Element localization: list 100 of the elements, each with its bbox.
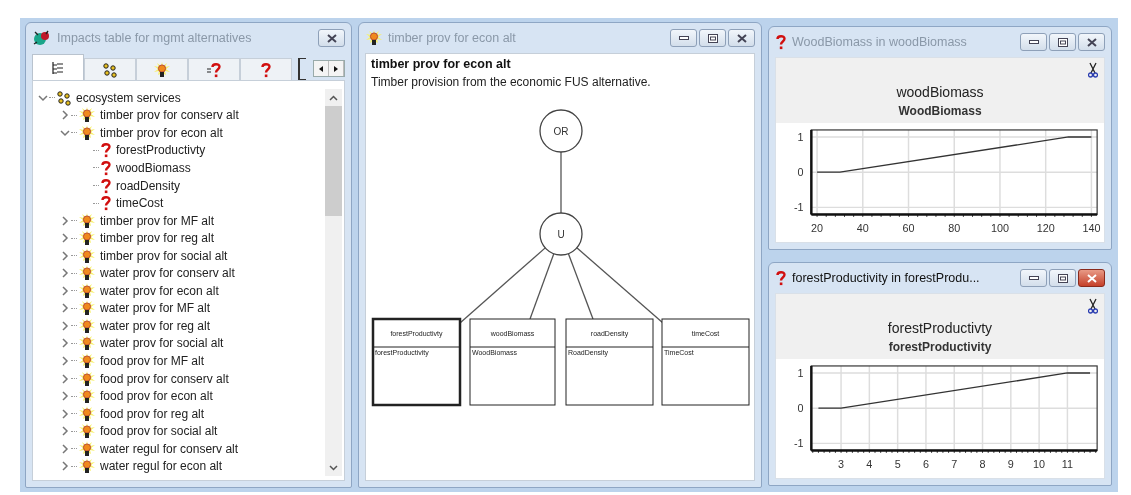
question-mark-icon	[100, 195, 112, 212]
lightbulb-icon	[78, 212, 96, 229]
scissors-icon[interactable]	[1088, 298, 1098, 314]
tree-item[interactable]: timber prov for econ alt	[100, 125, 223, 140]
chevron-icon[interactable]	[59, 284, 71, 297]
question-mark-icon	[260, 61, 272, 78]
node-description: Timber provision from the economic FUS alternative.	[370, 74, 652, 89]
chevron-icon[interactable]	[59, 232, 71, 245]
maximize-icon	[1057, 37, 1068, 47]
tree-item[interactable]: roadDensity	[116, 178, 181, 193]
chevron-icon[interactable]	[59, 267, 71, 280]
tree-item[interactable]: timber prov for reg alt	[100, 231, 215, 246]
input-node[interactable]	[371, 317, 462, 407]
scroll-left-button[interactable]	[314, 61, 329, 76]
tree-item[interactable]: food prov for conserv alt	[100, 371, 229, 386]
tree-item[interactable]: water prov for MF alt	[100, 301, 211, 316]
tree-view-icon	[51, 60, 65, 75]
tab[interactable]	[32, 54, 84, 80]
tree-item[interactable]: ecosystem services	[76, 90, 181, 105]
chevron-icon[interactable]	[59, 302, 71, 315]
question-mark-icon	[775, 34, 787, 50]
lightbulb-icon	[78, 247, 96, 264]
tree-item[interactable]: water prov for conserv alt	[100, 266, 235, 281]
close-button[interactable]	[318, 29, 345, 47]
tree-item[interactable]: food prov for MF alt	[100, 353, 205, 368]
tree-item[interactable]: food prov for social alt	[100, 424, 218, 439]
maximize-icon	[707, 33, 718, 43]
close-icon	[326, 33, 337, 43]
y-tick-label: -1	[793, 437, 804, 450]
question-list-icon	[206, 61, 222, 78]
maximize-icon	[1057, 273, 1068, 283]
tab[interactable]	[188, 58, 240, 80]
chevron-icon[interactable]	[59, 249, 71, 262]
tree-item[interactable]: water prov for social alt	[100, 336, 224, 351]
maximize-button[interactable]	[1049, 269, 1076, 287]
x-tick-label: 7	[951, 458, 958, 471]
input-node[interactable]	[565, 318, 654, 406]
scroll-thumb[interactable]	[325, 106, 342, 216]
chevron-icon[interactable]	[59, 372, 71, 385]
chevron-icon[interactable]	[59, 390, 71, 403]
tree-item[interactable]: timeCost	[116, 196, 164, 211]
tree-item[interactable]: food prov for reg alt	[100, 406, 205, 421]
minimize-button[interactable]	[1020, 269, 1047, 287]
tree-item[interactable]: food prov for econ alt	[100, 389, 213, 404]
y-tick-label: 0	[797, 402, 804, 415]
tab[interactable]	[240, 58, 292, 80]
chevron-icon[interactable]	[59, 407, 71, 420]
lightbulb-icon	[78, 440, 96, 457]
chart-subtitle: forestProductivity	[888, 340, 992, 354]
y-tick-label: 1	[797, 130, 804, 143]
tree-item[interactable]: woodBiomass	[116, 160, 191, 175]
scissors-icon[interactable]	[1088, 62, 1098, 78]
close-button[interactable]	[728, 29, 755, 47]
chevron-icon[interactable]	[59, 442, 71, 455]
input-node[interactable]	[661, 318, 750, 406]
x-tick-label: 3	[838, 458, 845, 471]
maximize-button[interactable]	[699, 29, 726, 47]
x-tick-label: 9	[1007, 458, 1014, 471]
close-button[interactable]	[1078, 269, 1105, 287]
x-tick-label: 140	[1082, 222, 1101, 235]
tree-item[interactable]: timber prov for social alt	[100, 248, 228, 263]
tab[interactable]	[136, 58, 188, 80]
chevron-icon[interactable]	[59, 109, 71, 122]
minimize-button[interactable]	[1020, 33, 1047, 51]
maximize-button[interactable]	[1049, 33, 1076, 51]
tree-item[interactable]: water regul for econ alt	[100, 459, 223, 474]
scroll-right-button[interactable]	[329, 61, 344, 76]
tree-item[interactable]: timber prov for conserv alt	[100, 108, 239, 123]
close-button[interactable]	[1078, 33, 1105, 51]
tab[interactable]	[84, 58, 136, 80]
chevron-icon[interactable]	[59, 214, 71, 227]
tree-item[interactable]: water prov for reg alt	[100, 318, 211, 333]
question-mark-icon	[775, 270, 787, 286]
tree-item[interactable]: timber prov for MF alt	[100, 213, 215, 228]
chevron-icon[interactable]	[59, 460, 71, 473]
tree-item[interactable]: forestProductivty	[116, 143, 206, 158]
chevron-icon[interactable]	[59, 337, 71, 350]
y-tick-label: 0	[797, 166, 804, 179]
operator-node[interactable]: U	[539, 212, 583, 256]
x-tick-label: 20	[811, 222, 824, 235]
tree-item[interactable]: water prov for econ alt	[100, 283, 219, 298]
window-title: timber prov for econ alt	[388, 31, 517, 45]
chevron-icon[interactable]	[59, 319, 71, 332]
minimize-icon	[1028, 275, 1039, 281]
up-chevron-icon	[329, 94, 338, 101]
operator-node[interactable]: OR	[539, 109, 583, 153]
chart-subtitle: WoodBiomass	[898, 104, 982, 118]
chevron-icon[interactable]	[59, 425, 71, 438]
lightbulb-icon	[78, 352, 96, 369]
input-node[interactable]	[469, 318, 556, 406]
x-tick-label: 100	[990, 222, 1009, 235]
chevron-icon[interactable]	[59, 354, 71, 367]
tree-item[interactable]: water regul for conserv alt	[100, 441, 239, 456]
x-tick-label: 5	[894, 458, 901, 471]
minimize-button[interactable]	[670, 29, 697, 47]
bug-icon	[32, 29, 52, 47]
lightbulb-icon	[78, 458, 96, 475]
question-mark-icon	[100, 142, 112, 159]
scrollbar[interactable]	[325, 89, 342, 476]
lightbulb-icon	[78, 405, 96, 422]
